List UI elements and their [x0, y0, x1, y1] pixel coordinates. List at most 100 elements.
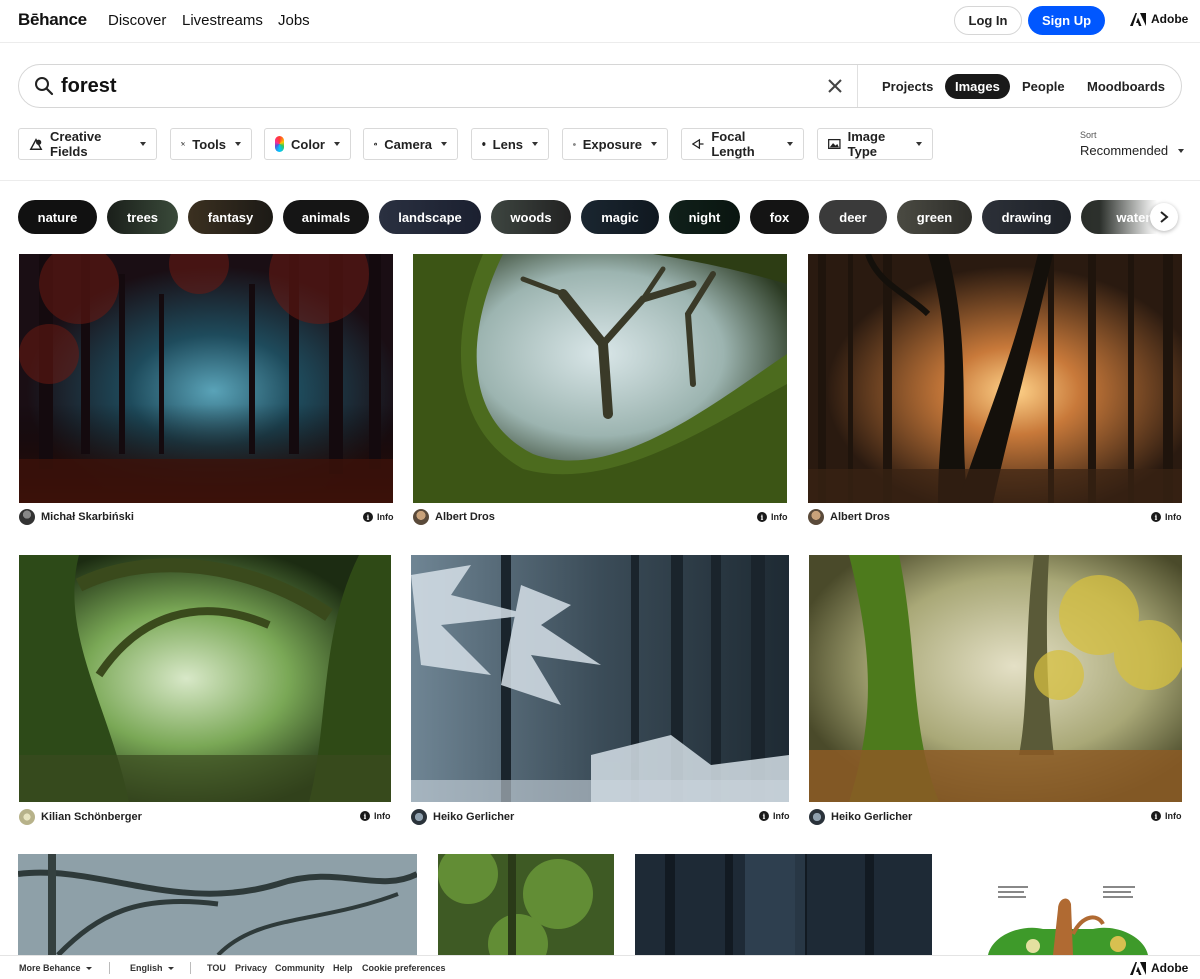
image-card-1[interactable] [19, 254, 393, 503]
adobe-link[interactable]: Adobe [1130, 12, 1188, 26]
owner-link[interactable]: Heiko Gerlicher [809, 809, 912, 825]
info-icon: i [757, 512, 767, 522]
filter-lens[interactable]: Lens [471, 128, 549, 160]
info-button[interactable]: i Info [1151, 811, 1182, 821]
filter-label: Tools [192, 136, 226, 152]
divider [0, 180, 1200, 181]
signup-button[interactable]: Sign Up [1028, 6, 1105, 35]
filter-exposure[interactable]: Exposure [562, 128, 668, 160]
image-card-5[interactable] [411, 555, 789, 802]
camera-icon [374, 142, 378, 146]
filter-label: Exposure [582, 136, 642, 152]
image-card-10[interactable] [953, 854, 1182, 955]
tag-woods[interactable]: woods [491, 200, 571, 234]
info-button[interactable]: i Info [360, 811, 391, 821]
avatar [809, 809, 825, 825]
tag-magic[interactable]: magic [581, 200, 659, 234]
image-card-9[interactable] [635, 854, 932, 955]
sort-dropdown[interactable]: Recommended [1080, 143, 1185, 158]
tag-animals[interactable]: animals [283, 200, 369, 234]
filter-focal-length[interactable]: Focal Length [681, 128, 804, 160]
filter-label: Image Type [847, 129, 886, 159]
owner-link[interactable]: Michał Skarbiński [19, 509, 134, 525]
info-button[interactable]: i Info [759, 811, 790, 821]
chevron-down-icon [334, 142, 340, 146]
footer-link-community[interactable]: Community [275, 963, 325, 973]
filter-tools[interactable]: Tools [170, 128, 252, 160]
info-icon: i [1151, 811, 1161, 821]
forest-photo [19, 555, 391, 802]
forest-photo [19, 254, 393, 503]
image-card-3[interactable] [808, 254, 1182, 503]
filter-label: Color [291, 136, 325, 152]
forest-photo [438, 854, 614, 955]
tag-fantasy[interactable]: fantasy [188, 200, 273, 234]
adobe-label: Adobe [1151, 12, 1189, 26]
info-button[interactable]: i Info [1151, 512, 1182, 522]
language-dropdown[interactable]: English [130, 963, 174, 973]
footer-link-help[interactable]: Help [333, 963, 353, 973]
behance-logo[interactable]: Bēhance [18, 10, 87, 30]
tag-landscape[interactable]: landscape [379, 200, 481, 234]
image-card-8[interactable] [438, 854, 614, 955]
info-label: Info [377, 512, 394, 522]
tag-green[interactable]: green [897, 200, 972, 234]
image-card-7[interactable] [18, 854, 417, 955]
info-button[interactable]: i Info [757, 512, 788, 522]
owner-link[interactable]: Albert Dros [808, 509, 890, 525]
nav-discover[interactable]: Discover [108, 12, 166, 29]
color-wheel-icon [275, 136, 285, 152]
tab-moodboards[interactable]: Moodboards [1077, 74, 1175, 99]
info-label: Info [1165, 811, 1182, 821]
tab-projects[interactable]: Projects [872, 74, 943, 99]
owner-link[interactable]: Kilian Schönberger [19, 809, 142, 825]
tab-people[interactable]: People [1012, 74, 1075, 99]
footer-link-tou[interactable]: TOU [207, 963, 226, 973]
tag-deer[interactable]: deer [819, 200, 887, 234]
infographic-image [953, 854, 1182, 955]
owner-name: Heiko Gerlicher [433, 811, 515, 823]
filter-camera[interactable]: Camera [363, 128, 458, 160]
filter-creative-fields[interactable]: Creative Fields [18, 128, 157, 160]
tag-drawing[interactable]: drawing [982, 200, 1071, 234]
forest-photo [411, 555, 789, 802]
chevron-down-icon [532, 142, 538, 146]
adobe-link[interactable]: Adobe [1130, 961, 1188, 975]
filter-color[interactable]: Color [264, 128, 351, 160]
info-button[interactable]: i Info [363, 512, 394, 522]
tag-fox[interactable]: fox [750, 200, 809, 234]
image-card-6[interactable] [809, 555, 1182, 802]
chevron-down-icon [167, 966, 174, 970]
owner-name: Heiko Gerlicher [831, 811, 913, 823]
more-behance-dropdown[interactable]: More Behance [19, 963, 92, 973]
owner-link[interactable]: Heiko Gerlicher [411, 809, 514, 825]
nav-livestreams[interactable]: Livestreams [182, 12, 263, 29]
filter-image-type[interactable]: Image Type [817, 128, 933, 160]
tag-night[interactable]: night [669, 200, 740, 234]
tab-images[interactable]: Images [945, 74, 1010, 99]
search-input[interactable] [61, 73, 821, 99]
login-button[interactable]: Log In [954, 6, 1022, 35]
adobe-logo-icon [1130, 12, 1146, 26]
owner-name: Albert Dros [435, 511, 495, 523]
forest-photo [413, 254, 787, 503]
footer-link-privacy[interactable]: Privacy [235, 963, 267, 973]
next-tags-button[interactable] [1150, 203, 1178, 231]
forest-photo [18, 854, 417, 955]
tag-nature[interactable]: nature [18, 200, 97, 234]
footer-link-cookie-preferences[interactable]: Cookie preferences [362, 963, 446, 973]
close-icon[interactable] [827, 78, 843, 94]
aperture-icon [573, 142, 576, 146]
nav-jobs[interactable]: Jobs [278, 12, 310, 29]
info-label: Info [1165, 512, 1182, 522]
chevron-down-icon [441, 142, 447, 146]
owner-name: Kilian Schönberger [41, 811, 142, 823]
info-label: Info [771, 512, 788, 522]
tag-carousel: nature trees fantasy animals landscape w… [18, 200, 1182, 234]
owner-link[interactable]: Albert Dros [413, 509, 495, 525]
tag-trees[interactable]: trees [107, 200, 178, 234]
chevron-down-icon [1178, 148, 1185, 153]
info-icon: i [759, 811, 769, 821]
image-card-2[interactable] [413, 254, 787, 503]
image-card-4[interactable] [19, 555, 391, 802]
